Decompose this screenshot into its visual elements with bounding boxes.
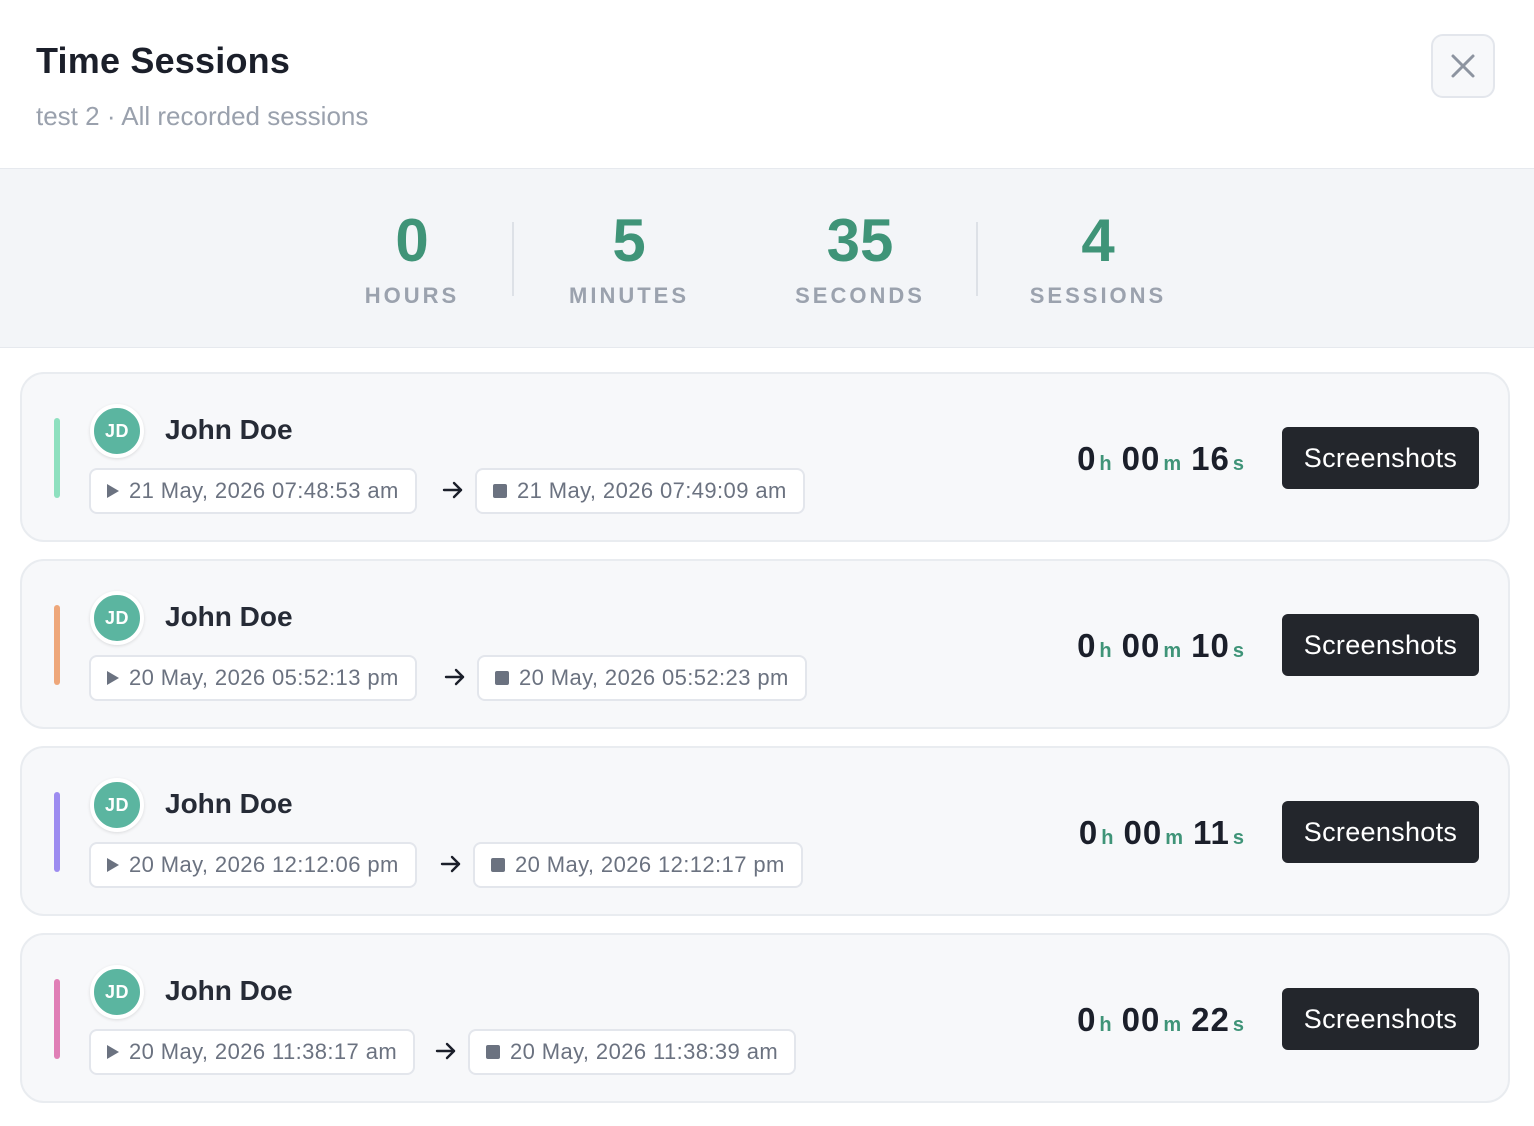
modal-header: Time Sessions test 2 · All recorded sess… xyxy=(0,0,1534,168)
play-icon xyxy=(107,1045,119,1059)
duration-seconds-unit: s xyxy=(1232,453,1244,475)
stat-minutes: 5 MINUTES xyxy=(559,205,699,309)
stop-icon xyxy=(491,858,505,872)
session-end-time: 20 May, 2026 05:52:23 pm xyxy=(519,665,789,690)
duration-minutes-unit: m xyxy=(1163,453,1182,475)
duration-hours-unit: h xyxy=(1099,453,1112,475)
stat-minutes-value: 5 xyxy=(612,207,646,274)
session-end-time: 20 May, 2026 12:12:17 pm xyxy=(515,852,785,877)
stat-seconds-label: SECONDS xyxy=(795,283,925,308)
duration-hours: 0 xyxy=(1077,627,1097,664)
session-card: JD John Doe 20 May, 2026 05:52:13 pm 20 … xyxy=(20,559,1510,729)
arrow-right-icon xyxy=(444,668,465,686)
duration-hours: 0 xyxy=(1078,814,1099,851)
close-button[interactable] xyxy=(1431,34,1495,98)
session-card: JD John Doe 20 May, 2026 11:38:17 am 20 … xyxy=(20,933,1510,1103)
stop-icon xyxy=(495,671,509,685)
stat-divider xyxy=(976,222,978,296)
duration-hours-unit: h xyxy=(1099,640,1112,662)
session-end-chip: 20 May, 2026 11:38:39 am xyxy=(468,1029,797,1075)
duration-seconds: 11 xyxy=(1192,814,1230,851)
session-start-time: 20 May, 2026 05:52:13 pm xyxy=(129,665,399,690)
duration-minutes-unit: m xyxy=(1163,640,1182,662)
stat-hours-value: 0 xyxy=(395,207,429,274)
screenshots-button[interactable]: Screenshots xyxy=(1282,988,1479,1050)
session-end-chip: 21 May, 2026 07:49:09 am xyxy=(475,468,805,514)
session-start-time: 21 May, 2026 07:48:53 am xyxy=(129,478,399,503)
summary-panel: 0 HOURS 5 MINUTES 35 SECONDS 4 SESSIONS xyxy=(0,168,1534,348)
session-duration: 0h 00 m 16 s xyxy=(1077,440,1244,478)
stat-sessions-value: 4 xyxy=(1081,207,1115,274)
session-end-time: 21 May, 2026 07:49:09 am xyxy=(517,478,787,503)
page-subtitle: test 2 · All recorded sessions xyxy=(36,101,369,131)
duration-minutes: 00 xyxy=(1121,440,1161,477)
stat-sessions: 4 SESSIONS xyxy=(1023,205,1173,309)
session-start-chip: 20 May, 2026 11:38:17 am xyxy=(89,1029,416,1075)
session-user-name: John Doe xyxy=(165,601,293,632)
session-user-name: John Doe xyxy=(165,414,293,445)
session-duration: 0h 00 m 22 s xyxy=(1077,1001,1244,1039)
session-end-chip: 20 May, 2026 05:52:23 pm xyxy=(477,655,807,701)
session-duration: 0h 00 m 10 s xyxy=(1077,627,1244,665)
play-icon xyxy=(107,858,119,872)
session-user-name: John Doe xyxy=(165,975,293,1006)
duration-minutes-unit: m xyxy=(1163,1014,1182,1036)
session-accent-bar xyxy=(54,792,60,872)
duration-seconds-unit: s xyxy=(1232,827,1244,849)
duration-seconds: 10 xyxy=(1191,627,1230,664)
play-icon xyxy=(107,484,119,498)
screenshots-button[interactable]: Screenshots xyxy=(1282,801,1479,863)
stat-hours: 0 HOURS xyxy=(352,205,472,309)
duration-hours-unit: h xyxy=(1099,1014,1112,1036)
session-card: JD John Doe 20 May, 2026 12:12:06 pm 20 … xyxy=(20,746,1510,916)
duration-minutes: 00 xyxy=(1121,627,1161,664)
duration-hours: 0 xyxy=(1077,440,1097,477)
session-card: JD John Doe 21 May, 2026 07:48:53 am 21 … xyxy=(20,372,1510,542)
duration-minutes: 00 xyxy=(1121,1001,1161,1038)
session-user-name: John Doe xyxy=(165,788,293,819)
duration-minutes-unit: m xyxy=(1165,827,1183,849)
stat-minutes-label: MINUTES xyxy=(569,283,689,308)
session-end-time: 20 May, 2026 11:38:39 am xyxy=(510,1039,779,1064)
stop-icon xyxy=(493,484,507,498)
arrow-right-icon xyxy=(442,481,463,499)
session-accent-bar xyxy=(54,979,60,1059)
duration-minutes: 00 xyxy=(1123,814,1163,851)
avatar: JD xyxy=(90,778,144,832)
session-start-chip: 20 May, 2026 12:12:06 pm xyxy=(89,842,417,888)
arrow-right-icon xyxy=(440,855,461,873)
stat-sessions-label: SESSIONS xyxy=(1029,283,1167,308)
session-start-chip: 20 May, 2026 05:52:13 pm xyxy=(89,655,417,701)
arrow-right-icon xyxy=(435,1042,456,1060)
session-start-time: 20 May, 2026 11:38:17 am xyxy=(129,1039,398,1064)
screenshots-button[interactable]: Screenshots xyxy=(1282,614,1479,676)
session-end-chip: 20 May, 2026 12:12:17 pm xyxy=(473,842,803,888)
screenshots-button[interactable]: Screenshots xyxy=(1282,427,1479,489)
stat-seconds: 35 SECONDS xyxy=(785,205,935,309)
play-icon xyxy=(107,671,119,685)
session-start-chip: 21 May, 2026 07:48:53 am xyxy=(89,468,417,514)
session-duration: 0h 00 m 11 s xyxy=(1079,814,1244,852)
duration-hours: 0 xyxy=(1077,1001,1097,1038)
avatar: JD xyxy=(90,591,144,645)
page-title: Time Sessions xyxy=(36,40,291,81)
session-accent-bar xyxy=(54,605,60,685)
stop-icon xyxy=(486,1045,500,1059)
session-accent-bar xyxy=(54,418,60,498)
stat-hours-label: HOURS xyxy=(364,283,460,308)
close-icon xyxy=(1451,54,1475,78)
avatar: JD xyxy=(90,965,144,1019)
duration-seconds: 22 xyxy=(1191,1001,1230,1038)
duration-seconds-unit: s xyxy=(1232,640,1244,662)
stat-divider xyxy=(512,222,514,296)
duration-seconds-unit: s xyxy=(1232,1014,1244,1036)
stat-seconds-value: 35 xyxy=(826,207,894,274)
session-start-time: 20 May, 2026 12:12:06 pm xyxy=(129,852,399,877)
duration-seconds: 16 xyxy=(1191,440,1230,477)
duration-hours-unit: h xyxy=(1101,827,1114,849)
avatar: JD xyxy=(90,404,144,458)
